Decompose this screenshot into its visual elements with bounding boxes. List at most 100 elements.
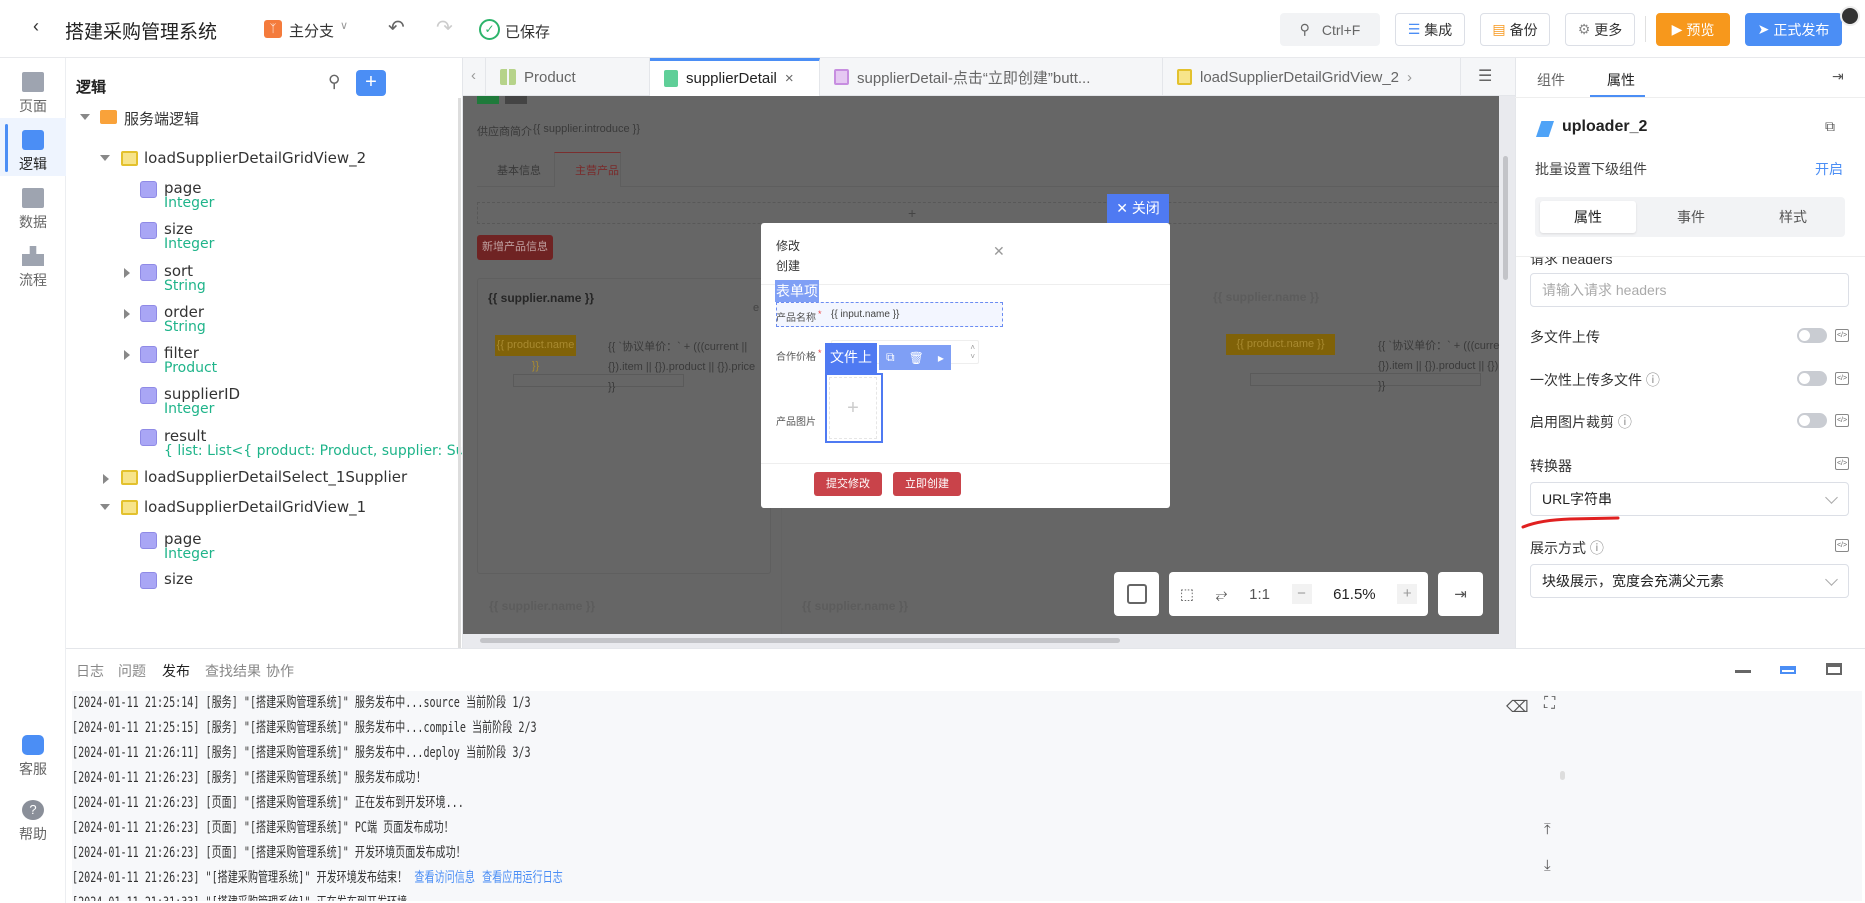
uploader-selected[interactable]: + <box>825 373 883 443</box>
preview-button[interactable]: ▶ 预览 <box>1656 13 1730 46</box>
tree-param[interactable]: size <box>164 570 193 588</box>
tabs-scroll-left-icon[interactable]: ‹ <box>471 67 476 84</box>
v-scrollbar[interactable] <box>1503 156 1508 280</box>
tab-products[interactable]: 主营产品 <box>575 162 619 178</box>
upload-plus-icon[interactable]: + <box>829 377 877 439</box>
close-tab-icon[interactable]: × <box>785 70 794 87</box>
zoom-in-button[interactable]: + <box>1397 584 1418 604</box>
tree-scrollbar[interactable] <box>458 98 461 648</box>
product-name-input[interactable]: {{ input.name }} <box>831 309 899 320</box>
collapse-panel-button[interactable]: ⇥ <box>1438 572 1483 616</box>
tab-collaborate[interactable]: 协作 <box>266 661 294 681</box>
clear-log-icon[interactable]: ⌫ <box>1506 697 1529 717</box>
tab-click-logic[interactable]: supplierDetail-点击“立即创建”butt... <box>820 58 1163 96</box>
code-binding-icon[interactable]: </> <box>1835 372 1849 385</box>
stepper-icon[interactable]: ˄ ˅ <box>970 343 975 361</box>
code-binding-icon[interactable]: </> <box>1835 539 1849 552</box>
search-button[interactable]: ⚲ Ctrl+F <box>1280 13 1380 46</box>
minimize-panel-icon[interactable] <box>1735 670 1751 673</box>
code-binding-icon[interactable]: </> <box>1835 329 1849 342</box>
tab-gridview2[interactable]: loadSupplierDetailGridView_2 › <box>1163 58 1461 96</box>
delete-icon[interactable]: 🗑 <box>909 351 924 365</box>
chevron-down-icon[interactable]: ∨ <box>340 19 348 32</box>
tab-properties[interactable]: 属性 <box>1607 70 1635 90</box>
duplicate-icon[interactable]: ⧉ <box>886 350 895 365</box>
maximize-panel-icon[interactable] <box>1826 663 1842 675</box>
seg-properties[interactable]: 属性 <box>1540 201 1636 233</box>
copy-icon[interactable]: ⧉ <box>1825 118 1835 135</box>
headers-input[interactable]: 请输入请求 headers <box>1530 273 1849 307</box>
avatar[interactable] <box>1840 6 1860 26</box>
view-access-info-link[interactable]: 查看访问信息 <box>414 870 474 886</box>
tree-logic-function[interactable]: loadSupplierDetailGridView_2 <box>144 149 366 167</box>
tab-logs[interactable]: 日志 <box>76 661 104 681</box>
tab-list-icon[interactable]: ☰ <box>1478 66 1492 86</box>
tab-issues[interactable]: 问题 <box>118 661 146 681</box>
crop-toggle[interactable] <box>1797 413 1827 428</box>
code-binding-icon[interactable]: </> <box>1835 414 1849 427</box>
seg-styles[interactable]: 样式 <box>1745 201 1841 233</box>
zoom-out-button[interactable]: − <box>1291 584 1312 604</box>
multi-upload-toggle[interactable] <box>1797 328 1827 343</box>
rail-item-flow[interactable]: 流程 <box>0 246 66 290</box>
more-button[interactable]: ⚙ 更多 <box>1565 13 1635 46</box>
tree-logic-function[interactable]: loadSupplierDetailSelect_1Supplier <box>144 468 407 486</box>
tree-logic-function[interactable]: loadSupplierDetailGridView_1 <box>144 498 366 516</box>
display-mode-select[interactable]: 块级展示，宽度会充满父元素 <box>1530 564 1849 598</box>
submit-edit-button[interactable]: 提交修改 <box>814 472 882 496</box>
log-scrollbar[interactable] <box>1560 771 1565 780</box>
tab-search-results[interactable]: 查找结果 <box>205 661 261 681</box>
tab-components[interactable]: 组件 <box>1537 70 1565 90</box>
expand-arrow-icon[interactable] <box>124 309 130 319</box>
more-arrow-icon[interactable]: ▸ <box>938 351 944 365</box>
expand-arrow-icon[interactable] <box>124 268 130 278</box>
branch-selector[interactable]: 主分支 <box>289 20 334 41</box>
tab-publish[interactable]: 发布 <box>162 661 190 681</box>
add-logic-button[interactable]: + <box>356 70 386 96</box>
device-switch-button[interactable] <box>1114 572 1159 616</box>
half-panel-icon[interactable] <box>1780 666 1796 674</box>
expand-arrow-icon[interactable] <box>124 350 130 360</box>
tabs-scroll-right-icon[interactable]: › <box>1407 69 1412 86</box>
view-runtime-log-link[interactable]: 查看应用运行日志 <box>482 870 563 886</box>
tree-folder-server-logic[interactable]: 服务端逻辑 <box>124 108 199 129</box>
rail-item-help[interactable]: ? 帮助 <box>0 800 66 844</box>
search-icon[interactable]: ⚲ <box>328 72 340 92</box>
rail-item-service[interactable]: 客服 <box>0 735 66 779</box>
info-icon[interactable]: ⓘ <box>1590 540 1604 556</box>
tab-supplierdetail[interactable]: supplierDetail × <box>650 58 820 96</box>
select-area-icon[interactable]: ⬚ <box>1180 585 1194 603</box>
seg-events[interactable]: 事件 <box>1643 201 1739 233</box>
info-icon[interactable]: ⓘ <box>1646 372 1660 388</box>
redo-icon[interactable]: ↷ <box>436 15 453 40</box>
actual-size-button[interactable]: 1:1 <box>1249 586 1270 603</box>
back-icon[interactable]: ‹ <box>33 16 39 37</box>
collapse-panel-icon[interactable]: ⇥ <box>1832 68 1844 85</box>
batch-enable-link[interactable]: 开启 <box>1815 159 1843 179</box>
fullscreen-icon[interactable]: ⛶ <box>1544 695 1555 713</box>
scroll-bottom-icon[interactable]: ⤓ <box>1544 857 1551 874</box>
rail-item-logic[interactable]: 逻辑 <box>0 130 66 174</box>
tab-basic-info[interactable]: 基本信息 <box>497 162 541 178</box>
backup-button[interactable]: ▤ 备份 <box>1480 13 1550 46</box>
integrate-button[interactable]: ☰ 集成 <box>1395 13 1465 46</box>
modal-close-icon[interactable]: ✕ <box>993 243 1005 260</box>
scroll-top-icon[interactable]: ⤒ <box>1544 821 1551 838</box>
create-now-button[interactable]: 立即创建 <box>893 472 961 496</box>
collapse-arrow-icon[interactable] <box>80 114 90 120</box>
h-scrollbar[interactable] <box>480 638 1120 643</box>
collapse-arrow-icon[interactable] <box>100 155 110 161</box>
drop-zone[interactable]: + <box>477 202 1507 224</box>
collapse-arrow-icon[interactable] <box>100 504 110 510</box>
close-modal-tag[interactable]: ✕ 关闭 <box>1107 194 1169 223</box>
add-product-button[interactable]: 新增产品信息 <box>477 235 553 260</box>
publish-button[interactable]: ➤ 正式发布 <box>1745 13 1842 46</box>
code-binding-icon[interactable]: </> <box>1835 457 1849 470</box>
rail-item-page[interactable]: 页面 <box>0 72 66 116</box>
design-canvas[interactable]: 供应商简介 {{ supplier.introduce }} 基本信息 主营产品… <box>463 96 1515 648</box>
undo-icon[interactable]: ↶ <box>388 15 405 40</box>
info-icon[interactable]: ⓘ <box>1618 414 1632 430</box>
fit-screen-icon[interactable]: ⥂ <box>1216 586 1228 603</box>
multi-once-toggle[interactable] <box>1797 371 1827 386</box>
expand-arrow-icon[interactable] <box>103 474 109 484</box>
